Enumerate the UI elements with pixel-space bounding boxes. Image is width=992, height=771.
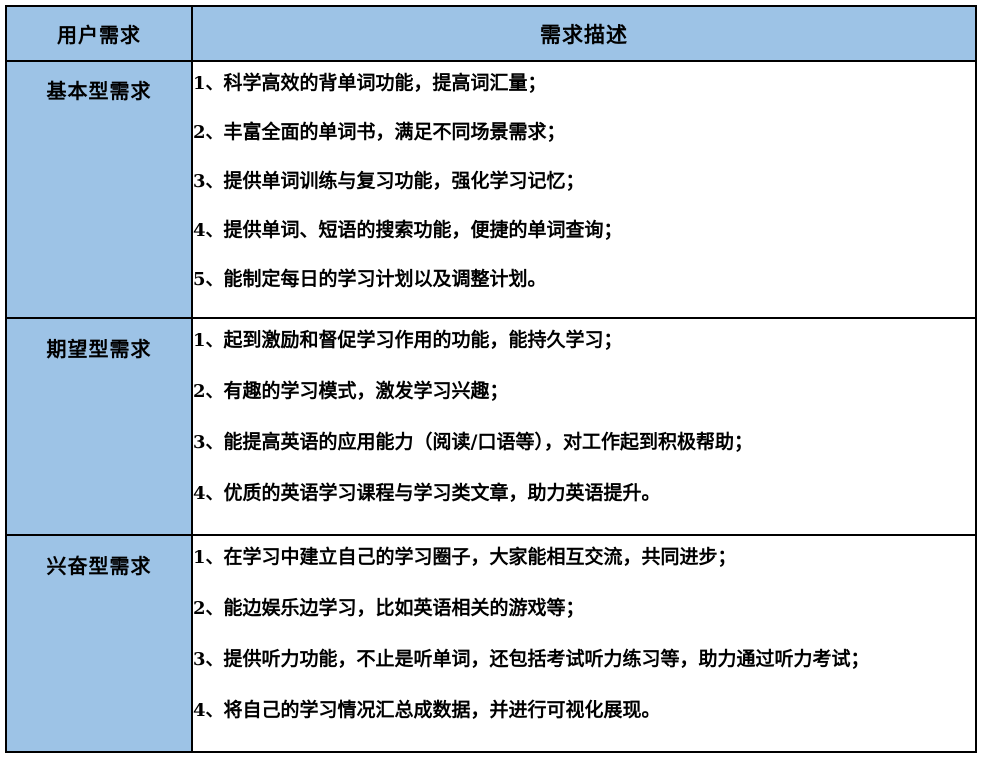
list-item: 2、 有趣的学习模式，激发学习兴趣； xyxy=(193,381,975,402)
item-number: 3、 xyxy=(193,170,224,192)
list-item: 1、 在学习中建立自己的学习圈子，大家能相互交流，共同进步； xyxy=(193,547,975,568)
item-number: 1、 xyxy=(193,547,224,569)
item-number: 4、 xyxy=(193,219,224,241)
item-number: 4、 xyxy=(193,699,224,721)
list-item: 2、 能边娱乐边学习，比如英语相关的游戏等； xyxy=(193,598,975,619)
item-number: 3、 xyxy=(193,432,224,454)
table-header-row: 用户需求 需求描述 xyxy=(5,5,977,62)
table-head: 用户需求 需求描述 xyxy=(5,5,977,62)
item-number: 3、 xyxy=(193,648,224,670)
item-text: 丰富全面的单词书，满足不同场景需求； xyxy=(223,120,566,143)
list-item: 3、 提供听力功能，不止是听单词，还包括考试听力练习等，助力通过听力考试； xyxy=(193,647,975,670)
item-number: 2、 xyxy=(193,381,224,403)
item-text: 提供单词、短语的搜索功能，便捷的单词查询； xyxy=(223,218,623,241)
category-label-basic: 基本型需求 xyxy=(5,59,193,320)
item-text: 优质的英语学习课程与学习类文章，助力英语提升。 xyxy=(223,482,661,505)
description-cell-exciting: 1、 在学习中建立自己的学习圈子，大家能相互交流，共同进步； 2、 能边娱乐边学习，… xyxy=(191,534,977,753)
column-header-user-requirement: 用户需求 xyxy=(5,5,193,62)
list-item: 4、 优质的英语学习课程与学习类文章，助力英语提升。 xyxy=(193,483,975,504)
item-number: 5、 xyxy=(193,268,224,290)
list-item: 1、 科学高效的背单词功能，提高词汇量； xyxy=(193,73,975,94)
item-text: 将自己的学习情况汇总成数据，并进行可视化展现。 xyxy=(223,698,661,721)
item-text: 科学高效的背单词功能，提高词汇量； xyxy=(223,72,547,94)
item-text: 有趣的学习模式，激发学习兴趣； xyxy=(223,380,509,403)
requirement-list-exciting: 1、 在学习中建立自己的学习圈子，大家能相互交流，共同进步； 2、 能边娱乐边学习，… xyxy=(193,547,975,721)
requirement-list-basic: 1、 科学高效的背单词功能，提高词汇量； 2、 丰富全面的单词书，满足不同场景需求；… xyxy=(193,73,975,289)
description-cell-expected: 1、 起到激励和督促学习作用的功能，能持久学习； 2、 有趣的学习模式，激发学习兴趣… xyxy=(191,317,977,537)
item-text: 提供单词训练与复习功能，强化学习记忆； xyxy=(223,169,585,192)
category-label-expected: 期望型需求 xyxy=(5,317,193,537)
requirement-list-expected: 1、 起到激励和督促学习作用的功能，能持久学习； 2、 有趣的学习模式，激发学习兴趣… xyxy=(193,330,975,504)
list-item: 3、 提供单词训练与复习功能，强化学习记忆； xyxy=(193,169,975,192)
list-item: 4、 提供单词、短语的搜索功能，便捷的单词查询； xyxy=(193,218,975,241)
requirements-table: 用户需求 需求描述 基本型需求 1、 科学高效的背单词功能，提高词汇量； 2、 丰富… xyxy=(5,5,977,753)
item-text: 提供听力功能，不止是听单词，还包括考试听力练习等，助力通过听力考试； xyxy=(223,647,870,670)
page-root: 用户需求 需求描述 基本型需求 1、 科学高效的背单词功能，提高词汇量； 2、 丰富… xyxy=(0,0,992,771)
column-header-requirement-description: 需求描述 xyxy=(191,5,977,62)
list-item: 4、 将自己的学习情况汇总成数据，并进行可视化展现。 xyxy=(193,698,975,721)
description-cell-basic: 1、 科学高效的背单词功能，提高词汇量； 2、 丰富全面的单词书，满足不同场景需求；… xyxy=(191,59,977,320)
item-number: 1、 xyxy=(193,330,224,352)
list-item: 3、 能提高英语的应用能力（阅读/口语等），对工作起到积极帮助； xyxy=(193,432,975,453)
item-text: 在学习中建立自己的学习圈子，大家能相互交流，共同进步； xyxy=(223,546,737,569)
item-text: 能提高英语的应用能力（阅读/口语等），对工作起到积极帮助； xyxy=(223,431,753,454)
item-number: 1、 xyxy=(193,73,224,94)
item-text: 能边娱乐边学习，比如英语相关的游戏等； xyxy=(223,596,585,619)
list-item: 2、 丰富全面的单词书，满足不同场景需求； xyxy=(193,120,975,143)
list-item: 1、 起到激励和督促学习作用的功能，能持久学习； xyxy=(193,330,975,351)
item-number: 4、 xyxy=(193,483,224,505)
table-row: 基本型需求 1、 科学高效的背单词功能，提高词汇量； 2、 丰富全面的单词书，满足不… xyxy=(5,59,977,320)
table-row: 期望型需求 1、 起到激励和督促学习作用的功能，能持久学习； 2、 有趣的学习模式，… xyxy=(5,317,977,537)
table-row: 兴奋型需求 1、 在学习中建立自己的学习圈子，大家能相互交流，共同进步； 2、 能边… xyxy=(5,534,977,753)
item-number: 2、 xyxy=(193,597,224,619)
item-number: 2、 xyxy=(193,121,224,143)
category-label-exciting: 兴奋型需求 xyxy=(5,534,193,753)
item-text: 能制定每日的学习计划以及调整计划。 xyxy=(223,267,547,290)
list-item: 5、 能制定每日的学习计划以及调整计划。 xyxy=(193,267,975,290)
table-body: 基本型需求 1、 科学高效的背单词功能，提高词汇量； 2、 丰富全面的单词书，满足不… xyxy=(5,59,977,753)
item-text: 起到激励和督促学习作用的功能，能持久学习； xyxy=(223,329,623,352)
